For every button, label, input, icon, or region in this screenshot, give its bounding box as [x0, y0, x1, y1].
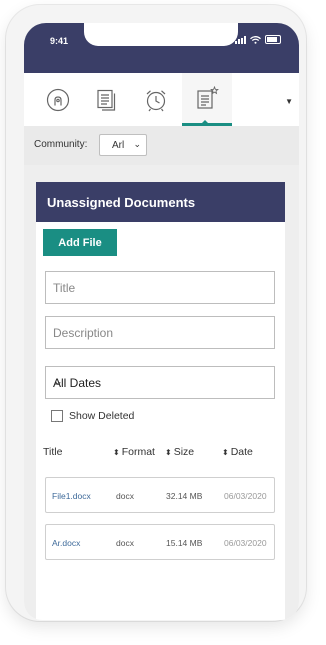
tab-documents[interactable] — [84, 73, 130, 126]
row-size: 32.14 MB — [166, 491, 203, 501]
tab-profile[interactable] — [35, 73, 81, 126]
tab-unassigned-documents[interactable] — [182, 73, 232, 126]
tab-reminders[interactable] — [133, 73, 179, 126]
row-title[interactable]: Ar.docx — [52, 538, 80, 548]
tab-bar: ▼ — [24, 73, 299, 127]
row-date: 06/03/2020 — [224, 491, 267, 501]
phone-notch — [84, 23, 238, 46]
row-format: docx — [116, 491, 134, 501]
unassigned-documents-panel: Unassigned Documents Add File Title Desc… — [36, 182, 285, 620]
column-header-date[interactable]: ⬍ Date — [222, 446, 253, 458]
row-date: 06/03/2020 — [224, 538, 267, 548]
status-time: 9:41 — [50, 36, 69, 46]
column-header-size[interactable]: ⬍ Size — [165, 446, 194, 458]
row-title[interactable]: File1.docx — [52, 491, 91, 501]
show-deleted-toggle[interactable]: Show Deleted — [51, 410, 134, 422]
content-area: Unassigned Documents Add File Title Desc… — [24, 165, 299, 620]
show-deleted-label: Show Deleted — [69, 410, 135, 422]
column-header-size-label: Size — [173, 446, 195, 458]
column-header-title[interactable]: Title — [43, 446, 62, 458]
column-header-title-label: Title — [43, 446, 63, 458]
panel-title: Unassigned Documents — [47, 195, 196, 210]
app-screen: 9:41 ▼ Community: Arl ⌄ Unassigned Docum… — [24, 23, 299, 620]
sort-icon: ⬍ — [222, 448, 229, 457]
status-icons — [235, 35, 281, 44]
table-row[interactable]: File1.docx docx 32.14 MB 06/03/2020 — [45, 477, 275, 513]
sort-icon: ⬍ — [113, 448, 120, 457]
phone-frame: 9:41 ▼ Community: Arl ⌄ Unassigned Docum… — [6, 5, 306, 621]
title-input[interactable]: Title — [45, 271, 275, 304]
table-row[interactable]: Ar.docx docx 15.14 MB 06/03/2020 — [45, 524, 275, 560]
community-bar: Community: Arl ⌄ — [24, 126, 299, 166]
chevron-down-icon: ⌄ — [133, 139, 141, 149]
show-deleted-checkbox[interactable] — [51, 410, 63, 422]
documents-icon — [97, 89, 116, 111]
wifi-icon — [250, 36, 261, 44]
community-label: Community: — [34, 139, 88, 150]
battery-icon — [265, 35, 281, 44]
column-header-format[interactable]: ⬍ Format — [113, 446, 155, 458]
status-bar: 9:41 — [24, 23, 299, 73]
sort-icon: ⬍ — [165, 448, 172, 457]
column-header-format-label: Format — [121, 446, 155, 458]
add-file-button[interactable]: Add File — [43, 229, 117, 256]
row-size: 15.14 MB — [166, 538, 203, 548]
description-input[interactable]: Description — [45, 316, 275, 349]
title-placeholder: Title — [53, 281, 76, 295]
description-placeholder: Description — [53, 326, 114, 340]
signal-icon — [235, 36, 246, 44]
chevron-down-icon: ⌄ — [53, 374, 64, 388]
row-format: docx — [116, 538, 134, 548]
user-circle-icon — [46, 88, 70, 111]
panel-header: Unassigned Documents — [36, 182, 285, 222]
community-value: Arl — [112, 140, 125, 151]
date-filter-select[interactable]: All Dates ⌄ — [45, 366, 275, 399]
document-star-icon — [197, 86, 219, 109]
caret-down-icon[interactable]: ▼ — [285, 97, 293, 106]
alarm-clock-icon — [146, 89, 166, 111]
community-select[interactable]: Arl ⌄ — [99, 134, 147, 156]
column-header-date-label: Date — [230, 446, 253, 458]
